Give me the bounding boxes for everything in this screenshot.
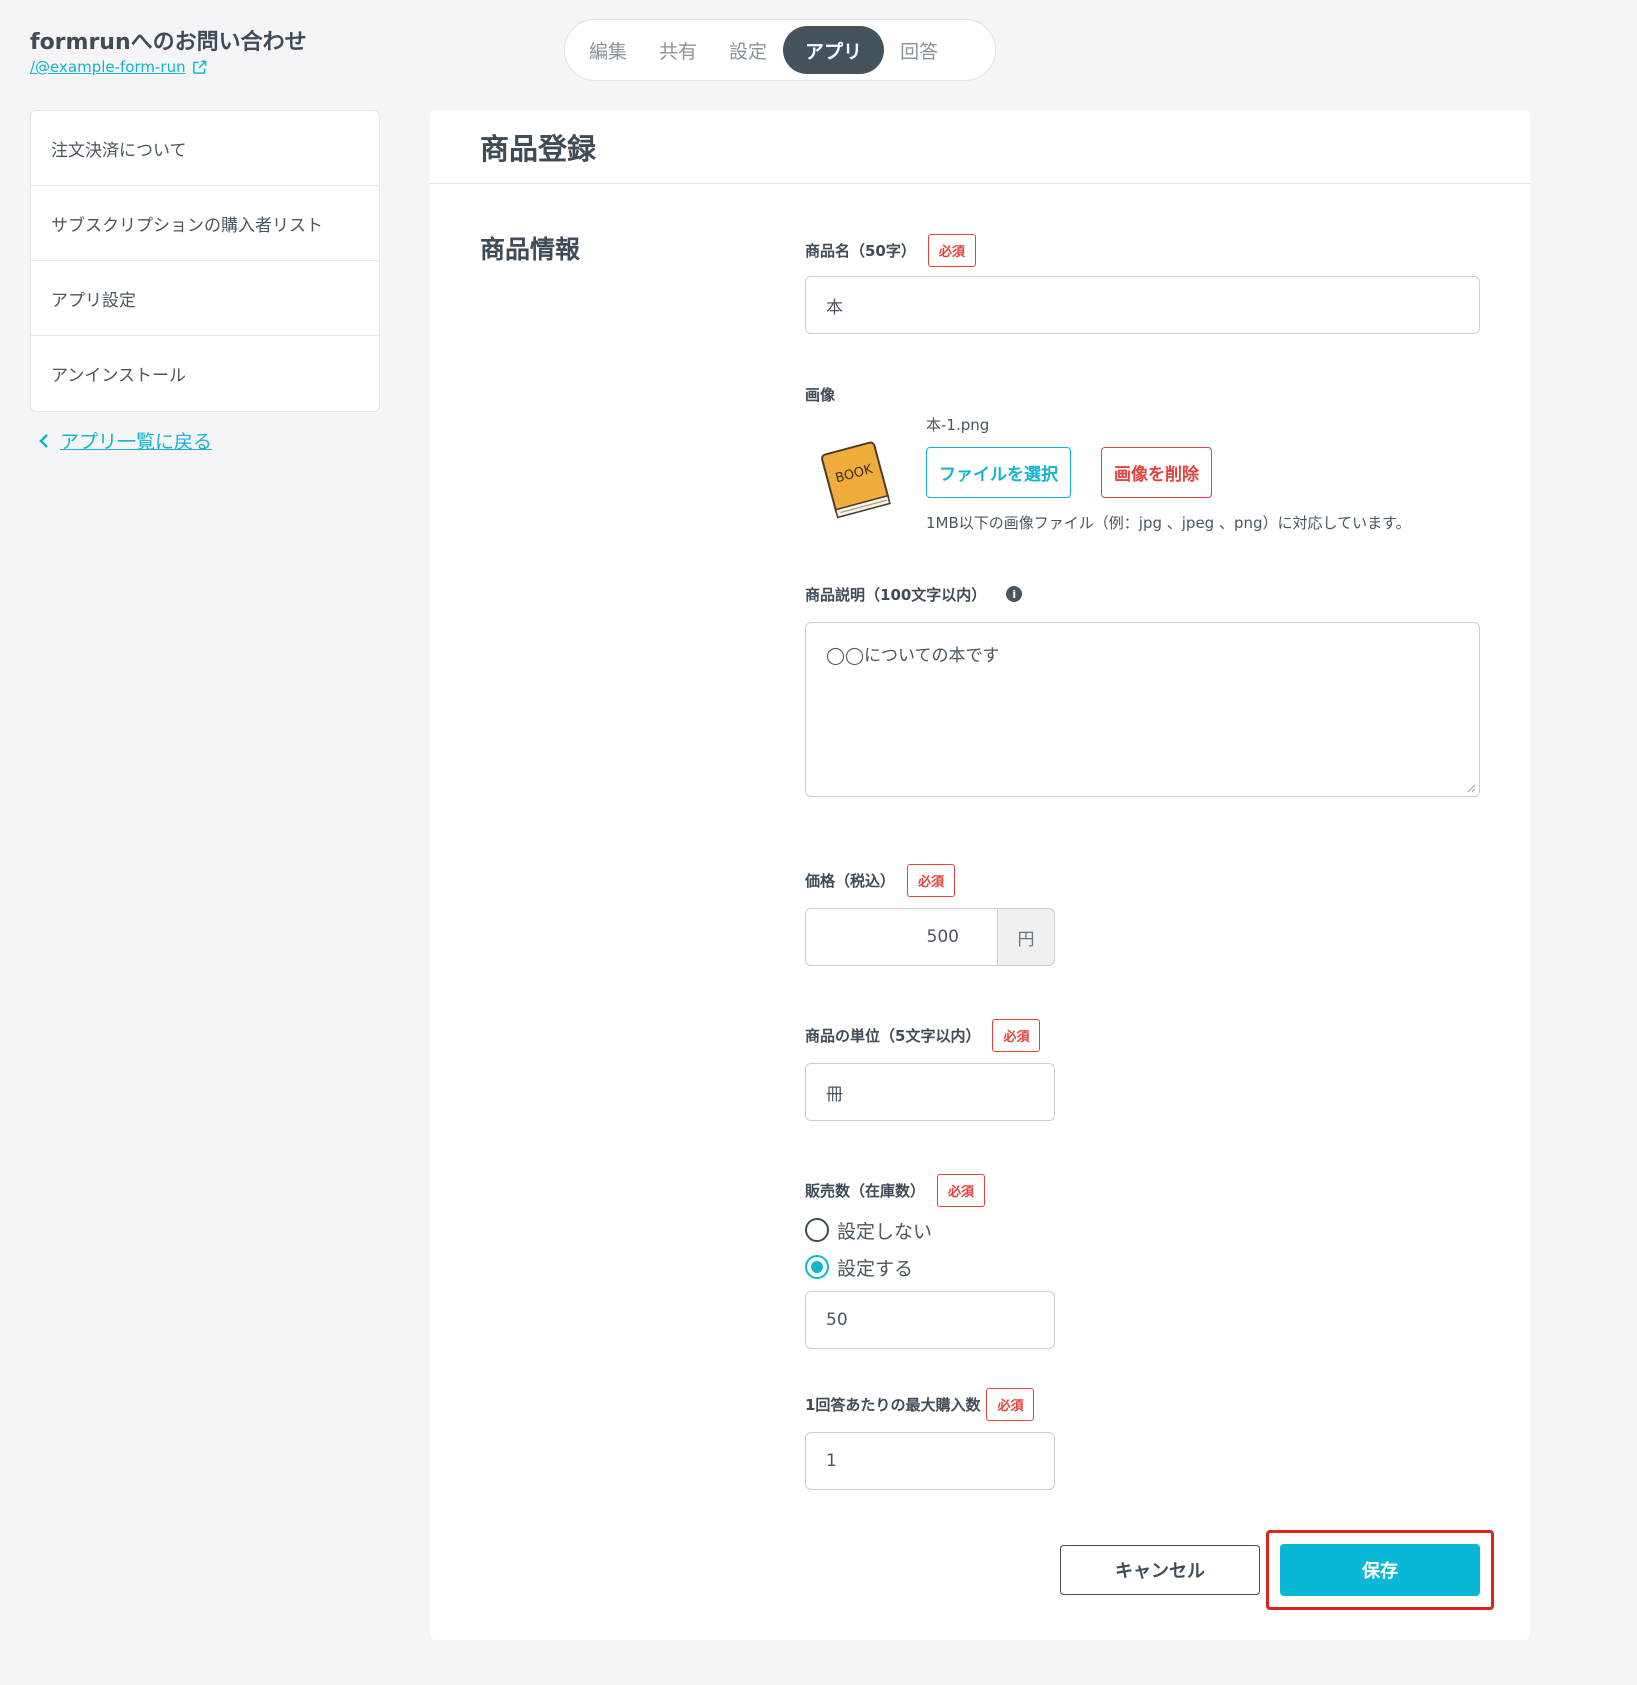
image-field: 画像 BOOK 本-1.png ファイルを選択 画像を削除 1MB以下の画像ファ… <box>805 382 1480 533</box>
description-text: ◯◯についての本です <box>826 646 1000 666</box>
save-button[interactable]: 保存 <box>1280 1544 1480 1596</box>
image-label: 画像 <box>805 385 836 404</box>
sidebar-item-app-settings[interactable]: アプリ設定 <box>31 261 379 336</box>
resize-grip-icon[interactable] <box>1466 783 1476 793</box>
description-label: 商品説明（100文字以内） <box>805 585 987 604</box>
radio-unchecked-icon[interactable] <box>805 1218 829 1242</box>
tab-edit[interactable]: 編集 <box>573 26 643 74</box>
tab-settings[interactable]: 設定 <box>713 26 783 74</box>
form-actions: キャンセル 保存 <box>1060 1530 1494 1610</box>
required-badge: 必須 <box>907 863 956 897</box>
panel-header: 商品登録 <box>430 110 1530 184</box>
sidebar-item-uninstall[interactable]: アンインストール <box>31 336 379 411</box>
product-name-label: 商品名（50字） <box>805 241 916 260</box>
price-unit: 円 <box>997 908 1055 966</box>
external-link-icon <box>192 60 206 74</box>
form-public-link[interactable]: /@example-form-run <box>30 58 207 76</box>
required-badge: 必須 <box>986 1387 1035 1421</box>
stock-input[interactable]: 50 <box>805 1291 1055 1349</box>
sidebar-item-payment[interactable]: 注文決済について <box>31 111 379 186</box>
sidebar: 注文決済について サブスクリプションの購入者リスト アプリ設定 アンインストール <box>30 110 380 412</box>
tab-responses[interactable]: 回答 <box>884 26 954 74</box>
select-file-button[interactable]: ファイルを選択 <box>926 447 1071 498</box>
image-hint: 1MB以下の画像ファイル（例：jpg 、jpeg 、png）に対応しています。 <box>926 514 1411 532</box>
image-filename: 本-1.png <box>926 416 990 434</box>
sidebar-item-subscription-list[interactable]: サブスクリプションの購入者リスト <box>31 186 379 261</box>
book-thumbnail-icon: BOOK <box>821 441 891 519</box>
unit-label: 商品の単位（5文字以内） <box>805 1026 981 1045</box>
stock-option-set-label: 設定する <box>837 1257 914 1280</box>
chevron-left-icon <box>39 433 48 448</box>
save-button-highlight: 保存 <box>1266 1530 1494 1610</box>
required-badge: 必須 <box>927 233 976 267</box>
product-name-input[interactable]: 本 <box>805 276 1480 334</box>
required-badge: 必須 <box>937 1173 986 1207</box>
description-textarea[interactable]: ◯◯についての本です <box>805 622 1480 797</box>
product-name-field: 商品名（50字） 必須 本 <box>805 233 1480 334</box>
unit-field: 商品の単位（5文字以内） 必須 冊 <box>805 1018 1055 1121</box>
tab-apps[interactable]: アプリ <box>783 26 885 74</box>
unit-input[interactable]: 冊 <box>805 1063 1055 1121</box>
stock-label: 販売数（在庫数） <box>805 1181 926 1200</box>
product-register-panel: 商品登録 商品情報 商品名（50字） 必須 本 画像 BOOK 本-1.png <box>430 110 1530 1640</box>
description-field: 商品説明（100文字以内） i ◯◯についての本です <box>805 578 1480 797</box>
form-link-text[interactable]: /@example-form-run <box>30 58 186 76</box>
max-purchase-input[interactable]: 1 <box>805 1432 1055 1490</box>
radio-checked-icon[interactable] <box>805 1255 829 1279</box>
panel-title: 商品登録 <box>480 131 597 166</box>
top-tabs: 編集 共有 設定 アプリ 回答 <box>564 19 996 81</box>
info-icon[interactable]: i <box>1006 586 1023 602</box>
section-title: 商品情報 <box>480 235 581 264</box>
back-to-apps-link[interactable]: アプリ一覧に戻る <box>38 427 212 454</box>
max-purchase-field: 1回答あたりの最大購入数 必須 1 <box>805 1387 1055 1490</box>
max-purchase-label: 1回答あたりの最大購入数 <box>805 1395 981 1414</box>
tab-share[interactable]: 共有 <box>643 26 713 74</box>
back-link-label[interactable]: アプリ一覧に戻る <box>60 427 212 454</box>
price-field: 価格（税込） 必須 500 円 <box>805 863 1055 966</box>
price-input[interactable]: 500 <box>805 908 997 966</box>
form-title: formrunへのお問い合わせ <box>30 30 307 55</box>
stock-option-set[interactable]: 設定する <box>805 1253 1055 1281</box>
delete-image-button[interactable]: 画像を削除 <box>1101 447 1212 498</box>
required-badge: 必須 <box>992 1018 1041 1052</box>
price-label: 価格（税込） <box>805 871 896 890</box>
cancel-button[interactable]: キャンセル <box>1060 1545 1260 1595</box>
stock-field: 販売数（在庫数） 必須 設定しない 設定する 50 <box>805 1173 1055 1349</box>
stock-option-none[interactable]: 設定しない <box>805 1216 1055 1244</box>
stock-option-none-label: 設定しない <box>837 1220 933 1243</box>
